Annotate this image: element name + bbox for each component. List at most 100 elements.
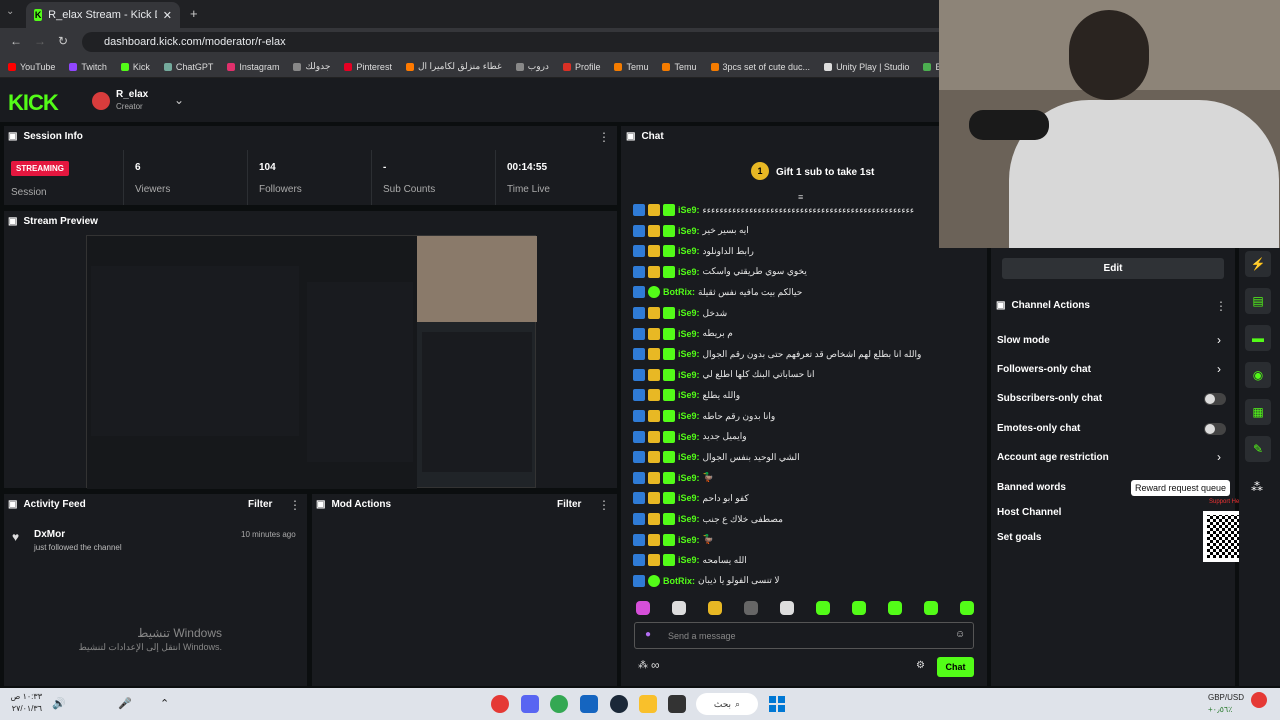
emote-icon[interactable] xyxy=(780,601,794,615)
chat-message[interactable]: iSe9: الشي الوحيد بنفس الجوال xyxy=(633,448,800,466)
taskbar-search[interactable]: بحث ⌕ xyxy=(696,693,758,715)
chat-username[interactable]: iSe9: xyxy=(678,535,700,545)
chat-username[interactable]: iSe9: xyxy=(678,555,700,565)
chat-message[interactable]: iSe9: مصطفى خلاك ع جنب xyxy=(633,510,783,528)
chat-username[interactable]: BotRix: xyxy=(663,287,695,297)
address-bar[interactable]: dashboard.kick.com/moderator/r-elax xyxy=(82,32,952,52)
channel-action-item[interactable]: Set goals xyxy=(997,532,1041,543)
microphone-icon[interactable]: 🎤 xyxy=(118,697,132,710)
channel-action-item[interactable]: Banned words xyxy=(997,482,1066,493)
bookmark-item[interactable]: ChatGPT xyxy=(163,62,213,72)
chat-message[interactable]: iSe9: يخوي سوي طريقتي واسكت xyxy=(633,263,807,281)
chat-message[interactable]: iSe9: الله يسامحه xyxy=(633,551,747,569)
bookmark-item[interactable]: Unity Play | Studio xyxy=(824,62,909,72)
chevron-right-icon[interactable]: › xyxy=(1217,333,1221,347)
chevron-right-icon[interactable]: › xyxy=(1217,362,1221,376)
steam-icon[interactable] xyxy=(610,695,628,713)
chat-message[interactable]: iSe9: انا حساباتي البنك كلها اطلع لي xyxy=(633,366,814,384)
chat-message[interactable]: iSe9: والله انا بطلع لهم اشخاص قد تعرفهم … xyxy=(633,345,921,363)
channel-actions-menu-icon[interactable]: ⋮ xyxy=(1215,299,1227,313)
bookmark-item[interactable]: غطاء منزلق لكاميرا ال xyxy=(405,61,502,72)
bookmark-item[interactable]: YouTube xyxy=(8,62,55,72)
send-chat-button[interactable]: Chat xyxy=(937,657,974,677)
chat-input[interactable]: ● Send a message ☺ xyxy=(634,622,974,649)
channel-action-item[interactable]: Account age restriction xyxy=(997,452,1109,463)
reward-queue-icon[interactable]: ⁂ xyxy=(1251,480,1263,494)
clock-date[interactable]: ٢٧/٠١/٣٦ xyxy=(6,704,42,713)
bookmark-item[interactable]: جدولك xyxy=(293,61,330,72)
back-icon[interactable]: ← xyxy=(10,34,22,48)
terminal-icon[interactable] xyxy=(668,695,686,713)
chat-username[interactable]: iSe9: xyxy=(678,473,700,483)
chat-message[interactable]: iSe9: ءءءءءءءءءءءءءءءءءءءءءءءءءءءءءءءءءءء… xyxy=(633,201,914,219)
emote-icon[interactable] xyxy=(672,601,686,615)
emote-icon[interactable] xyxy=(888,601,902,615)
bookmark-item[interactable]: Instagram xyxy=(227,62,279,72)
bookmark-item[interactable]: Temu xyxy=(662,62,697,72)
chat-username[interactable]: iSe9: xyxy=(678,514,700,524)
chat-username[interactable]: iSe9: xyxy=(678,432,700,442)
chat-message[interactable]: iSe9: شدخل xyxy=(633,304,727,322)
chat-message[interactable]: iSe9: ايه بسير خير xyxy=(633,222,749,240)
emote-icon[interactable] xyxy=(636,601,650,615)
bookmark-item[interactable]: Temu xyxy=(614,62,648,72)
emote-icon[interactable] xyxy=(960,601,974,615)
chat-username[interactable]: iSe9: xyxy=(678,370,700,380)
chat-message[interactable]: iSe9: 🦆 xyxy=(633,469,714,487)
chat-username[interactable]: iSe9: xyxy=(678,411,700,421)
layout-icon[interactable]: ▦ xyxy=(1245,399,1271,425)
forward-icon[interactable]: → xyxy=(34,34,46,48)
browser-tab[interactable]: K R_elax Stream - Kick Dashboard ✕ xyxy=(26,2,180,28)
chat-username[interactable]: iSe9: xyxy=(678,452,700,462)
chat-username[interactable]: iSe9: xyxy=(678,226,700,236)
chat-message[interactable]: BotRix: لا تنسى الفولو يا ذيبان xyxy=(633,572,780,590)
wrench-icon[interactable]: ✎ xyxy=(1245,436,1271,462)
bookmark-item[interactable]: Twitch xyxy=(69,62,107,72)
mic-icon[interactable]: ● xyxy=(645,629,651,640)
chat-username[interactable]: iSe9: xyxy=(678,308,700,318)
emoji-icon[interactable]: ☺ xyxy=(955,629,965,640)
bookmark-item[interactable]: 3pcs set of cute duc... xyxy=(710,62,810,72)
windows-start-icon[interactable] xyxy=(769,696,785,712)
broadcast-icon[interactable]: ◉ xyxy=(1245,362,1271,388)
edit-button[interactable]: Edit xyxy=(1002,258,1224,279)
chat-message[interactable]: iSe9: وايميل جديد xyxy=(633,428,747,446)
taskbar-app-icon[interactable] xyxy=(491,695,509,713)
session-menu-icon[interactable]: ⋮ xyxy=(598,130,610,144)
gift-sub-button[interactable]: Gift 1 sub to take 1st xyxy=(776,167,874,178)
activity-filter-button[interactable]: Filter xyxy=(248,499,272,510)
emote-icon[interactable] xyxy=(708,601,722,615)
file-explorer-icon[interactable] xyxy=(639,695,657,713)
lightning-icon[interactable]: ⚡ xyxy=(1245,251,1271,277)
chat-bubble-icon[interactable]: ▬ xyxy=(1245,325,1271,351)
tray-chevron-icon[interactable]: ⌃ xyxy=(160,697,169,710)
chat-username[interactable]: iSe9: xyxy=(678,390,700,400)
channel-action-item[interactable]: Subscribers-only chat xyxy=(997,393,1102,404)
chrome-icon[interactable] xyxy=(550,695,568,713)
bookmark-item[interactable]: دروب xyxy=(515,61,549,72)
tab-search-icon[interactable]: ⌄ xyxy=(6,6,14,17)
chat-message[interactable]: iSe9: وانا بدون رقم حاطه xyxy=(633,407,775,425)
channel-action-item[interactable]: Host Channel xyxy=(997,507,1061,518)
chat-message[interactable]: iSe9: 🦆 xyxy=(633,531,714,549)
chat-username[interactable]: iSe9: xyxy=(678,246,700,256)
store-icon[interactable] xyxy=(580,695,598,713)
mod-menu-icon[interactable]: ⋮ xyxy=(598,498,610,512)
emote-icon[interactable] xyxy=(852,601,866,615)
kick-logo[interactable]: KICK xyxy=(8,90,59,116)
activity-user[interactable]: DxMor xyxy=(34,529,65,540)
points-icon[interactable]: ⁂ xyxy=(638,660,648,671)
channel-switch-chevron-icon[interactable]: ⌄ xyxy=(174,93,184,107)
clock-time[interactable]: ١٠:٣٣ ص xyxy=(6,692,42,701)
tab-close-icon[interactable]: ✕ xyxy=(163,9,172,22)
new-tab-icon[interactable]: + xyxy=(190,6,198,21)
currency-pair[interactable]: GBP/USD xyxy=(1208,693,1244,702)
activity-menu-icon[interactable]: ⋮ xyxy=(289,498,301,512)
emote-icon[interactable] xyxy=(924,601,938,615)
chat-message[interactable]: iSe9: م بريطه xyxy=(633,325,733,343)
chat-message[interactable]: iSe9: والله يطلع xyxy=(633,386,740,404)
bookmark-item[interactable]: Kick xyxy=(120,62,150,72)
chat-message[interactable]: iSe9: كفو ابو داحم xyxy=(633,489,749,507)
chat-username[interactable]: iSe9: xyxy=(678,493,700,503)
toggle-switch[interactable] xyxy=(1204,423,1226,435)
